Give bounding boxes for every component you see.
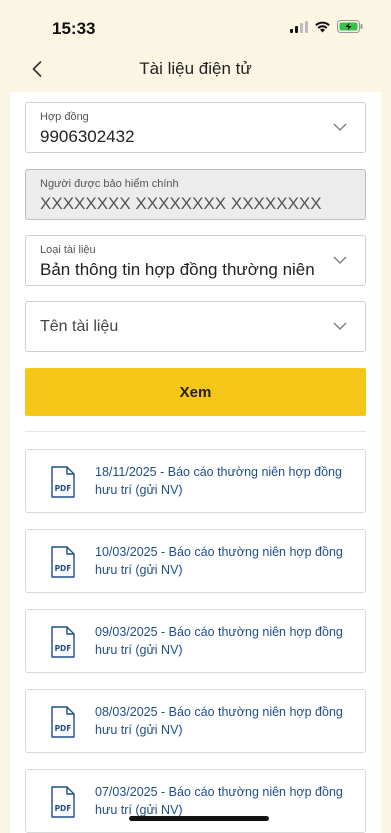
svg-text:PDF: PDF — [55, 644, 72, 653]
pdf-file-icon: PDF — [51, 706, 75, 738]
status-icons — [290, 20, 363, 33]
document-title: 09/03/2025 - Báo cáo thường niên hợp đồn… — [95, 623, 357, 659]
svg-text:PDF: PDF — [55, 564, 72, 573]
document-title: 18/11/2025 - Báo cáo thường niên hợp đồn… — [95, 463, 357, 499]
cellular-signal-icon — [290, 20, 308, 33]
insured-value: XXXXXXXX XXXXXXXX XXXXXXXX — [40, 194, 322, 213]
insured-label: Người được bảo hiểm chính — [40, 178, 179, 190]
pdf-file-icon: PDF — [51, 546, 75, 578]
page-title: Tài liệu điện tử — [139, 59, 252, 78]
status-bar: 15:33 — [0, 0, 391, 50]
document-title-line1: 09/03/2025 - Báo cáo thường niên hợp đồn… — [95, 625, 343, 639]
contract-select[interactable]: Hợp đồng 9906302432 — [25, 102, 366, 153]
document-type-value: Bản thông tin hợp đồng thường niên — [40, 260, 315, 279]
document-name-select[interactable]: Tên tài liệu — [25, 301, 366, 352]
svg-text:PDF: PDF — [55, 804, 72, 813]
document-title: 10/03/2025 - Báo cáo thường niên hợp đồn… — [95, 543, 357, 579]
document-title-line1: 10/03/2025 - Báo cáo thường niên hợp đồn… — [95, 545, 343, 559]
battery-charging-icon — [337, 20, 363, 33]
document-item[interactable]: PDF 18/11/2025 - Báo cáo thường niên hợp… — [25, 449, 366, 513]
divider — [25, 431, 366, 432]
document-type-select[interactable]: Loại tài liệu Bản thông tin hợp đồng thư… — [25, 235, 366, 286]
document-title: 08/03/2025 - Báo cáo thường niên hợp đồn… — [95, 703, 357, 739]
document-title-line1: 18/11/2025 - Báo cáo thường niên hợp đồn… — [95, 465, 342, 479]
svg-text:PDF: PDF — [55, 484, 72, 493]
document-type-label: Loại tài liệu — [40, 244, 96, 256]
insured-field: Người được bảo hiểm chính XXXXXXXX XXXXX… — [25, 169, 366, 220]
contract-label: Hợp đồng — [40, 111, 89, 123]
document-title-line2: hưu trí (gửi NV) — [95, 643, 183, 657]
document-title-line1: 07/03/2025 - Báo cáo thường niên hợp đồn… — [95, 785, 343, 799]
document-title-line1: 08/03/2025 - Báo cáo thường niên hợp đồn… — [95, 705, 343, 719]
status-time: 15:33 — [52, 19, 96, 38]
document-title-line2: hưu trí (gửi NV) — [95, 483, 183, 497]
document-item[interactable]: PDF 10/03/2025 - Báo cáo thường niên hợp… — [25, 529, 366, 593]
document-item[interactable]: PDF 07/03/2025 - Báo cáo thường niên hợp… — [25, 769, 366, 833]
document-item[interactable]: PDF 08/03/2025 - Báo cáo thường niên hợp… — [25, 689, 366, 753]
wifi-icon — [315, 21, 330, 32]
chevron-down-icon — [333, 256, 347, 264]
document-title-line2: hưu trí (gửi NV) — [95, 563, 183, 577]
document-title: 07/03/2025 - Báo cáo thường niên hợp đồn… — [95, 783, 357, 819]
view-button[interactable]: Xem — [25, 368, 366, 416]
chevron-down-icon — [333, 123, 347, 131]
content-panel: Hợp đồng 9906302432 Người được bảo hiểm … — [10, 92, 381, 833]
nav-bar: Tài liệu điện tử — [0, 50, 391, 90]
document-item[interactable]: PDF 09/03/2025 - Báo cáo thường niên hợp… — [25, 609, 366, 673]
pdf-file-icon: PDF — [51, 466, 75, 498]
home-indicator[interactable] — [129, 816, 269, 821]
document-name-placeholder: Tên tài liệu — [40, 318, 119, 335]
svg-text:PDF: PDF — [55, 724, 72, 733]
contract-value: 9906302432 — [40, 127, 135, 146]
chevron-down-icon — [333, 322, 347, 330]
pdf-file-icon: PDF — [51, 626, 75, 658]
document-title-line2: hưu trí (gửi NV) — [95, 723, 183, 737]
pdf-file-icon: PDF — [51, 786, 75, 818]
